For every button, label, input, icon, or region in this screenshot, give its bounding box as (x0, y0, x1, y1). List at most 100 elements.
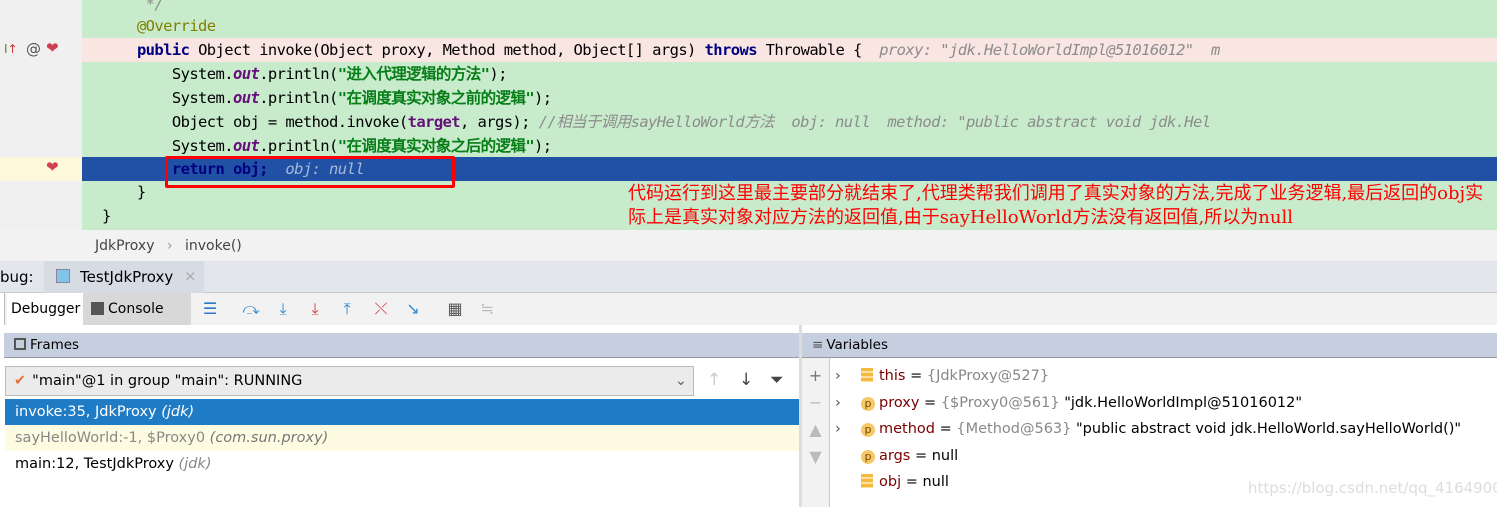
filter-icon[interactable]: ⏷ (770, 370, 784, 390)
move-up-icon[interactable]: ▲ (802, 420, 829, 439)
expand-chevron-icon[interactable]: › (835, 363, 861, 389)
variable-row[interactable]: obj = null (835, 469, 949, 495)
code-token: out (232, 137, 260, 155)
code-token: "进入代理逻辑的方法" (337, 65, 490, 83)
code-editor[interactable]: I↑ @ ❤ ❤ */ @Override public Object invo… (0, 0, 1497, 230)
force-step-into-icon[interactable]: ⤓ (306, 300, 324, 318)
code-token: "在调度真实对象之后的逻辑" (337, 137, 535, 155)
session-tab[interactable]: TestJdkProxy × (44, 261, 204, 293)
session-tab-label: TestJdkProxy (80, 268, 174, 286)
code-token: Throwable { (756, 41, 880, 59)
check-icon: ✔ (14, 373, 27, 389)
parameter-icon: p (861, 396, 875, 411)
app-icon (56, 269, 70, 283)
drop-frame-icon[interactable]: ⤬ (372, 300, 390, 318)
code-token: ); (534, 89, 552, 107)
annotation-note: 代码运行到这里最主要部分就结束了,代理类帮我们调用了真实对象的方法,完成了业务逻… (628, 183, 1484, 228)
watermark: https://blog.csdn.net/qq_41649001 (1248, 479, 1497, 497)
frame-name: sayHelloWorld:-1, $Proxy0 (15, 430, 206, 446)
code-token: System. (102, 137, 234, 155)
code-token: */ (102, 0, 164, 13)
variables-icon: ≡ (812, 337, 824, 353)
tab-debugger[interactable]: Debugger (7, 293, 83, 325)
variables-header: ≡ Variables (802, 333, 1497, 358)
variable-type: {Method@563} (956, 421, 1072, 437)
frame-name: invoke:35, JdkProxy (15, 404, 157, 420)
step-over-icon[interactable]: ⤼ (242, 300, 260, 318)
frame-package: (jdk) (161, 404, 195, 420)
breakpoint-icon[interactable]: ❤ (46, 158, 59, 176)
trace-icon[interactable]: ≒ (478, 300, 496, 318)
code-token: System. (102, 65, 234, 83)
code-line[interactable]: public Object invoke(Object proxy, Metho… (82, 38, 1497, 62)
close-icon[interactable]: × (184, 267, 197, 285)
code-line[interactable]: System.out.println("在调度真实对象之前的逻辑"); (82, 86, 1497, 110)
field-icon (861, 368, 873, 382)
inline-debug-value: proxy: "jdk.HelloWorldImpl@51016012" m (879, 41, 1220, 59)
expand-chevron-icon[interactable]: › (835, 390, 861, 416)
field-icon (861, 474, 873, 488)
code-line[interactable]: @Override (82, 14, 1497, 38)
variable-row[interactable]: › p proxy = {$Proxy0@561} "jdk.HelloWorldI… (835, 390, 1302, 416)
thread-selector[interactable]: ✔ "main"@1 in group "main": RUNNING ⌄ (5, 366, 694, 396)
gutter-icons: I↑ @ ❤ (0, 38, 82, 62)
frame-package: (jdk) (178, 456, 212, 472)
previous-frame-icon[interactable]: ↑ (707, 370, 721, 390)
breadcrumb-method[interactable]: invoke() (185, 238, 242, 254)
breadcrumb-class[interactable]: JdkProxy (95, 238, 154, 254)
next-frame-icon[interactable]: ↓ (739, 370, 753, 390)
code-token: out (232, 89, 260, 107)
variable-name: this (879, 368, 906, 384)
code-token: , args); (460, 113, 539, 131)
frames-icon (14, 338, 26, 350)
code-token: Object invoke(Object proxy, Method metho… (189, 41, 705, 59)
add-watch-icon[interactable]: + (802, 366, 829, 385)
variable-value: null (922, 474, 949, 490)
frame-name: main:12, TestJdkProxy (15, 456, 174, 472)
code-line[interactable]: Object obj = method.invoke(target, args)… (82, 110, 1497, 134)
chevron-down-icon: ⌄ (674, 373, 687, 389)
frame-item[interactable]: main:12, TestJdkProxy (jdk) (5, 451, 799, 477)
tab-console[interactable]: Console (83, 293, 191, 325)
frame-item[interactable]: invoke:35, JdkProxy (jdk) (5, 399, 799, 425)
code-token: throws (704, 41, 758, 59)
show-execution-point-icon[interactable]: ☰ (201, 300, 219, 318)
code-token: } (102, 207, 111, 225)
breakpoint-icon[interactable]: ❤ (46, 39, 59, 57)
frames-header: Frames (4, 333, 799, 358)
implements-icon[interactable]: I↑ (4, 42, 18, 56)
frame-package: (com.sun.proxy) (209, 430, 329, 446)
debug-tab-bar: bug: TestJdkProxy × (0, 261, 1497, 293)
move-down-icon[interactable]: ▼ (802, 447, 829, 466)
variable-row[interactable]: › this = {JdkProxy@527} (835, 363, 1049, 389)
code-token: .println( (259, 89, 338, 107)
evaluate-expression-icon[interactable]: ▦ (446, 300, 464, 318)
variable-row[interactable]: p args = null (835, 443, 958, 469)
code-token: ); (534, 137, 552, 155)
step-into-icon[interactable]: ⤓ (274, 300, 292, 318)
code-line[interactable]: System.out.println("在调度真实对象之后的逻辑"); (82, 134, 1497, 158)
remove-watch-icon[interactable]: − (802, 393, 829, 412)
code-token: } (102, 183, 146, 201)
code-token: ); (489, 65, 507, 83)
variable-name: obj (879, 474, 902, 490)
variable-name: proxy (879, 394, 920, 411)
run-to-cursor-icon[interactable]: ↘ (404, 300, 422, 318)
expand-chevron-icon[interactable]: › (835, 416, 861, 442)
annotation-icon: @ (26, 40, 41, 58)
variable-value: "jdk.HelloWorldImpl@51016012" (1059, 394, 1303, 411)
code-token: @Override (102, 17, 216, 35)
variable-type: {JdkProxy@527} (926, 368, 1050, 384)
variable-value: null (931, 447, 959, 464)
variable-name: args (879, 447, 911, 464)
code-token: public (136, 41, 190, 59)
code-token: System. (102, 89, 234, 107)
frame-item[interactable]: sayHelloWorld:-1, $Proxy0 (com.sun.proxy… (5, 425, 799, 451)
code-line[interactable]: System.out.println("进入代理逻辑的方法"); (82, 62, 1497, 86)
variable-row[interactable]: › p method = {Method@563} "public abstract… (835, 416, 1461, 442)
variables-side-toolbar: + − ▲ ▼ (802, 358, 830, 507)
code-token: Object obj = method.invoke( (102, 113, 408, 131)
step-out-icon[interactable]: ⤒ (338, 300, 356, 318)
variable-name: method (879, 421, 935, 437)
code-token: //相当于调用sayHelloWorld方法 (538, 113, 792, 131)
